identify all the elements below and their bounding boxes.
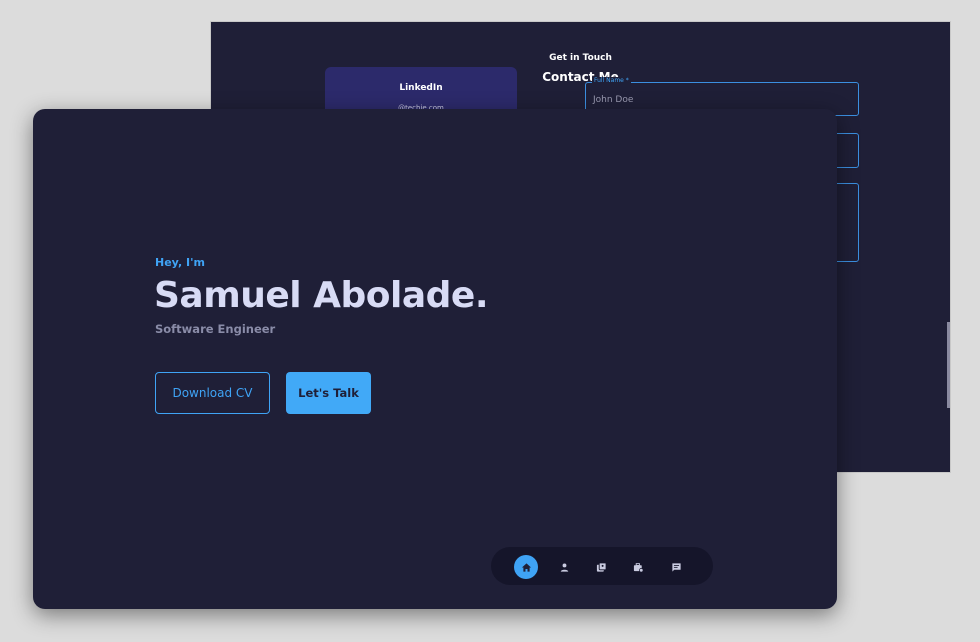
nav-portfolio[interactable]: [589, 555, 613, 579]
nav-contact[interactable]: [664, 555, 688, 579]
nav-services[interactable]: [626, 555, 650, 579]
hero-greeting: Hey, I'm: [155, 256, 205, 269]
person-icon: [560, 563, 568, 572]
services-icon: [633, 562, 643, 572]
linkedin-card-title: LinkedIn: [399, 83, 443, 93]
nav-about[interactable]: [552, 555, 576, 579]
portfolio-icon: [596, 561, 607, 572]
lets-talk-button[interactable]: Let's Talk: [286, 372, 371, 414]
hero-window: Hey, I'm Samuel Abolade. Software Engine…: [33, 109, 837, 609]
download-cv-button[interactable]: Download CV: [155, 372, 270, 414]
full-name-label: Full Name *: [592, 77, 631, 84]
scrollbar-thumb[interactable]: [947, 322, 950, 408]
home-icon: [521, 562, 531, 572]
message-icon: [671, 562, 681, 572]
bottom-nav: [491, 547, 713, 585]
hero-role: Software Engineer: [155, 322, 276, 336]
hero-name: Samuel Abolade.: [154, 275, 489, 316]
nav-home[interactable]: [514, 555, 538, 579]
full-name-input[interactable]: John Doe: [593, 95, 633, 105]
contact-kicker: Get in Touch: [549, 53, 612, 63]
